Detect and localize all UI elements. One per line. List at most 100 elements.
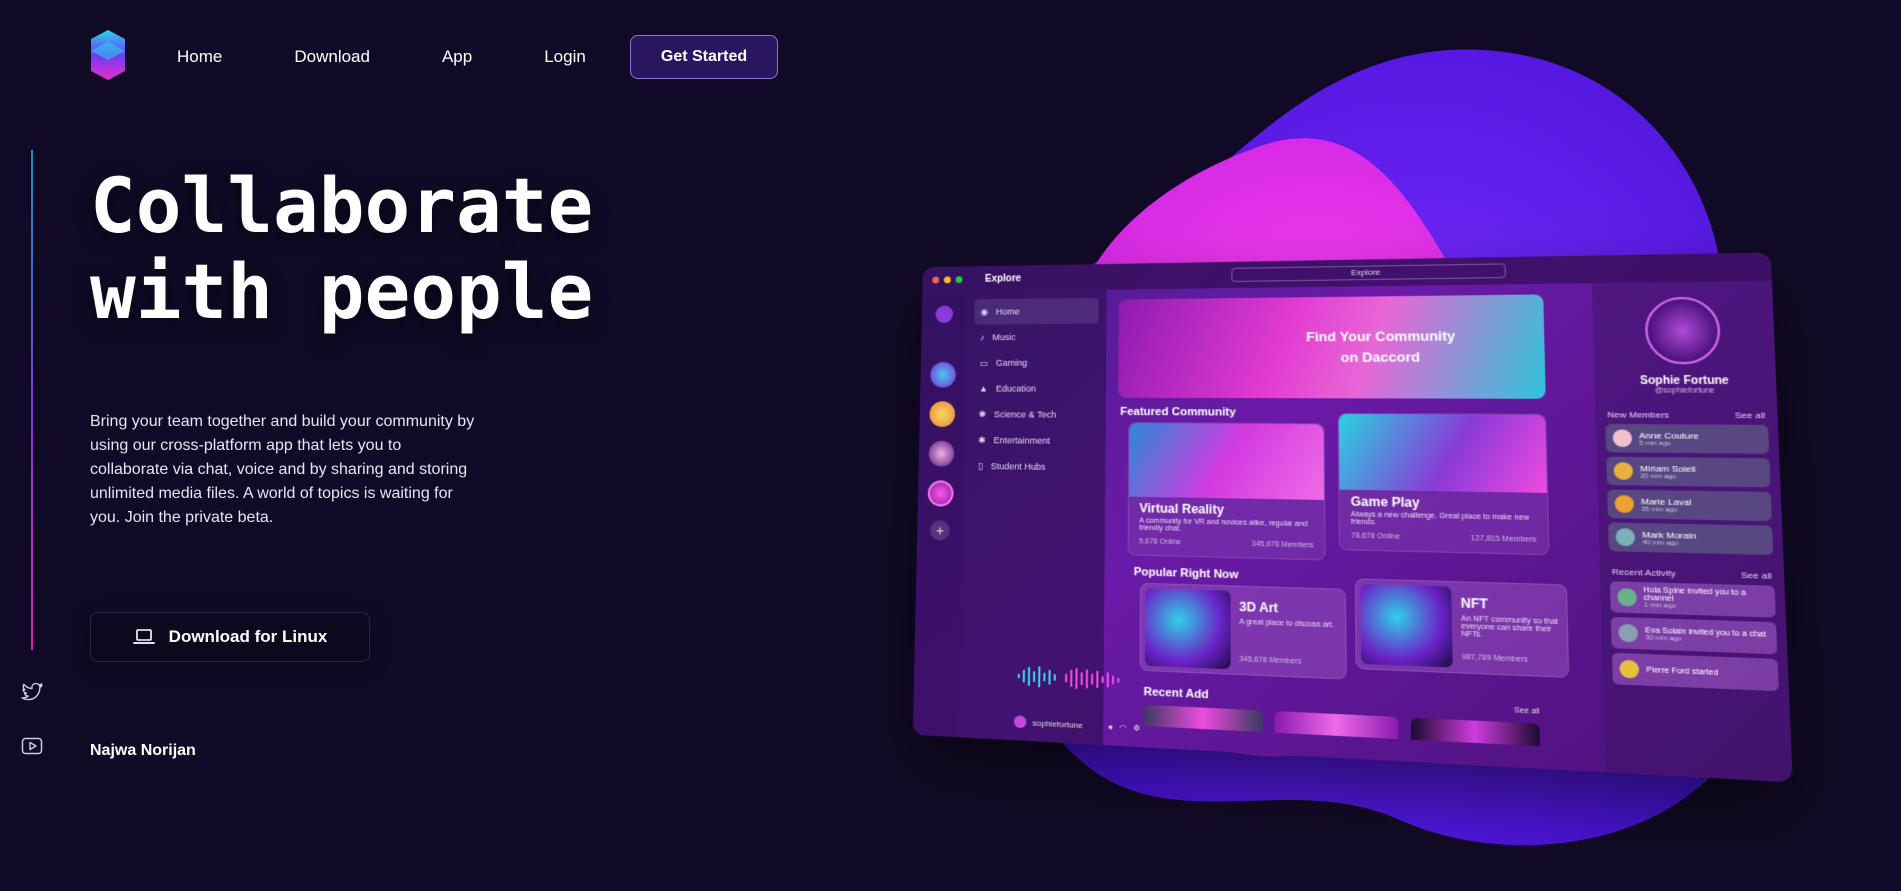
channel-education: ▲ Education: [965, 376, 1106, 402]
activity-item: Hola Spine invited you to a channel 1 min…: [1609, 581, 1776, 618]
see-all-link: See all: [1514, 706, 1540, 716]
popular-card: 3D Art A great place to discuss art. 345…: [1139, 582, 1347, 680]
maximize-dot-icon: [955, 275, 963, 283]
laptop-icon: [132, 629, 155, 644]
app-mockup: Explore Explore + ◉ Home ♪ Music ▭ Gaming ▲…: [912, 252, 1793, 783]
close-dot-icon: [932, 276, 940, 283]
banner-line2: on Daccord: [1340, 349, 1421, 366]
community-card: Virtual Reality A community for VR and n…: [1127, 422, 1326, 561]
server-avatar-icon: [927, 480, 954, 507]
card-thumbnail: [1360, 583, 1453, 668]
hero-title: Collaborate with people: [90, 163, 610, 335]
nav-home[interactable]: Home: [177, 47, 222, 67]
channel-student-hubs: ▯ Student Hubs: [964, 453, 1106, 481]
get-started-button[interactable]: Get Started: [630, 35, 778, 79]
card-members: 345,678 Members: [1239, 655, 1302, 666]
channel-label: Entertainment: [993, 435, 1051, 446]
server-avatar-icon: [930, 361, 957, 388]
recent-thumb: [1274, 711, 1399, 740]
channel-label: Science & Tech: [994, 409, 1057, 420]
film-icon: ✱: [978, 434, 986, 445]
mic-icon: ●: [1107, 721, 1114, 732]
channel-music: ♪ Music: [966, 324, 1106, 351]
channel-entertainment: ✱ Entertainment: [964, 427, 1106, 454]
card-members: 345,678 Members: [1251, 540, 1314, 550]
youtube-icon[interactable]: [20, 734, 44, 758]
recent-thumb: [1410, 717, 1540, 747]
server-home-icon: [935, 305, 954, 324]
recent-activity-title: Recent Activity: [1611, 566, 1676, 579]
channel-label: Home: [995, 306, 1020, 317]
card-thumbnail: [1144, 588, 1231, 670]
atom-icon: ✺: [978, 408, 987, 419]
card-title: Game Play: [1350, 493, 1420, 510]
book-icon: ▯: [977, 460, 983, 471]
member-name: Anne Couture: [1638, 430, 1699, 441]
member-time: 5 min ago: [1639, 439, 1672, 447]
music-icon: ♪: [979, 332, 985, 343]
twitter-icon[interactable]: [20, 680, 44, 704]
profile-handle: @sophiefortune: [1654, 387, 1715, 395]
new-members-title: New Members: [1607, 409, 1670, 420]
download-linux-label: Download for Linux: [168, 627, 328, 646]
see-all-link: See all: [1740, 570, 1772, 582]
card-members: 987,789 Members: [1461, 653, 1528, 664]
card-title: NFT: [1460, 595, 1488, 612]
member-time: 40 min ago: [1642, 539, 1679, 547]
nav-login[interactable]: Login: [544, 47, 586, 67]
recent-activity-header: Recent Activity See all: [1612, 567, 1772, 581]
card-title: Virtual Reality: [1139, 500, 1224, 517]
settings-icon: ✲: [1133, 722, 1141, 733]
member-item: Mark Morain 40 min ago: [1608, 522, 1774, 556]
see-all-link: See all: [1734, 410, 1766, 421]
activity-avatar: [1617, 588, 1637, 607]
nav-download[interactable]: Download: [294, 47, 370, 67]
add-server-icon: +: [929, 520, 950, 541]
card-online: 5,678 Online: [1139, 537, 1182, 546]
gamepad-icon: ▭: [979, 357, 989, 368]
channel-science: ✺ Science & Tech: [965, 401, 1106, 428]
minimize-dot-icon: [943, 275, 951, 283]
popular-card: NFT An NFT community so that everyone ca…: [1354, 578, 1570, 678]
server-avatar-icon: [928, 440, 955, 467]
community-banner: Find Your Community on Daccord: [1118, 294, 1546, 399]
main-nav: Home Download App Login: [177, 0, 658, 114]
featured-title: Featured Community: [1120, 405, 1236, 419]
nav-app[interactable]: App: [442, 47, 472, 67]
username: sophiefortune: [1032, 717, 1083, 730]
app-window-title: Explore: [984, 272, 1022, 285]
profile-panel: Sophie Fortune @sophiefortune New Member…: [1591, 280, 1793, 783]
member-avatar: [1613, 462, 1634, 480]
member-avatar: [1615, 528, 1636, 547]
graduation-icon: ▲: [979, 383, 989, 394]
member-item: Anne Couture 5 min ago: [1605, 423, 1770, 454]
voice-waveform: [1015, 663, 1140, 694]
compass-icon: ◉: [980, 306, 989, 317]
user-avatar: [1013, 715, 1027, 729]
card-members: 127,815 Members: [1470, 534, 1537, 544]
member-avatar: [1614, 495, 1635, 514]
member-name: Mark Morain: [1641, 529, 1697, 541]
channel-label: Music: [992, 332, 1016, 343]
member-avatar: [1612, 429, 1633, 448]
activity-item: Eva Solain invited you to a chat 30 min a…: [1610, 616, 1778, 655]
profile-avatar: [1644, 296, 1722, 365]
channel-label: Gaming: [995, 357, 1028, 368]
channel-label: Education: [995, 383, 1036, 394]
community-card: Game Play Always a new challenge. Great …: [1337, 412, 1550, 556]
member-name: Marie Laval: [1640, 496, 1692, 507]
profile-name: Sophie Fortune: [1639, 375, 1730, 388]
hero-description: Bring your team together and build your …: [90, 413, 475, 526]
logo-icon[interactable]: [91, 30, 125, 80]
download-linux-button[interactable]: Download for Linux: [90, 612, 370, 662]
author-name: Najwa Norijan: [90, 742, 196, 759]
decorative-line: [31, 150, 33, 650]
popular-title: Popular Right Now: [1133, 565, 1239, 582]
new-members-header: New Members See all: [1607, 410, 1765, 421]
app-search-input: Explore: [1230, 263, 1506, 283]
channel-list: ◉ Home ♪ Music ▭ Gaming ▲ Education ✺ Science…: [958, 289, 1140, 746]
server-avatar-icon: [929, 401, 956, 427]
member-item: Miriam Soleil 20 min ago: [1606, 456, 1771, 488]
user-bar: sophiefortune ● ◠ ✲: [1013, 715, 1141, 734]
activity-avatar: [1619, 659, 1640, 679]
